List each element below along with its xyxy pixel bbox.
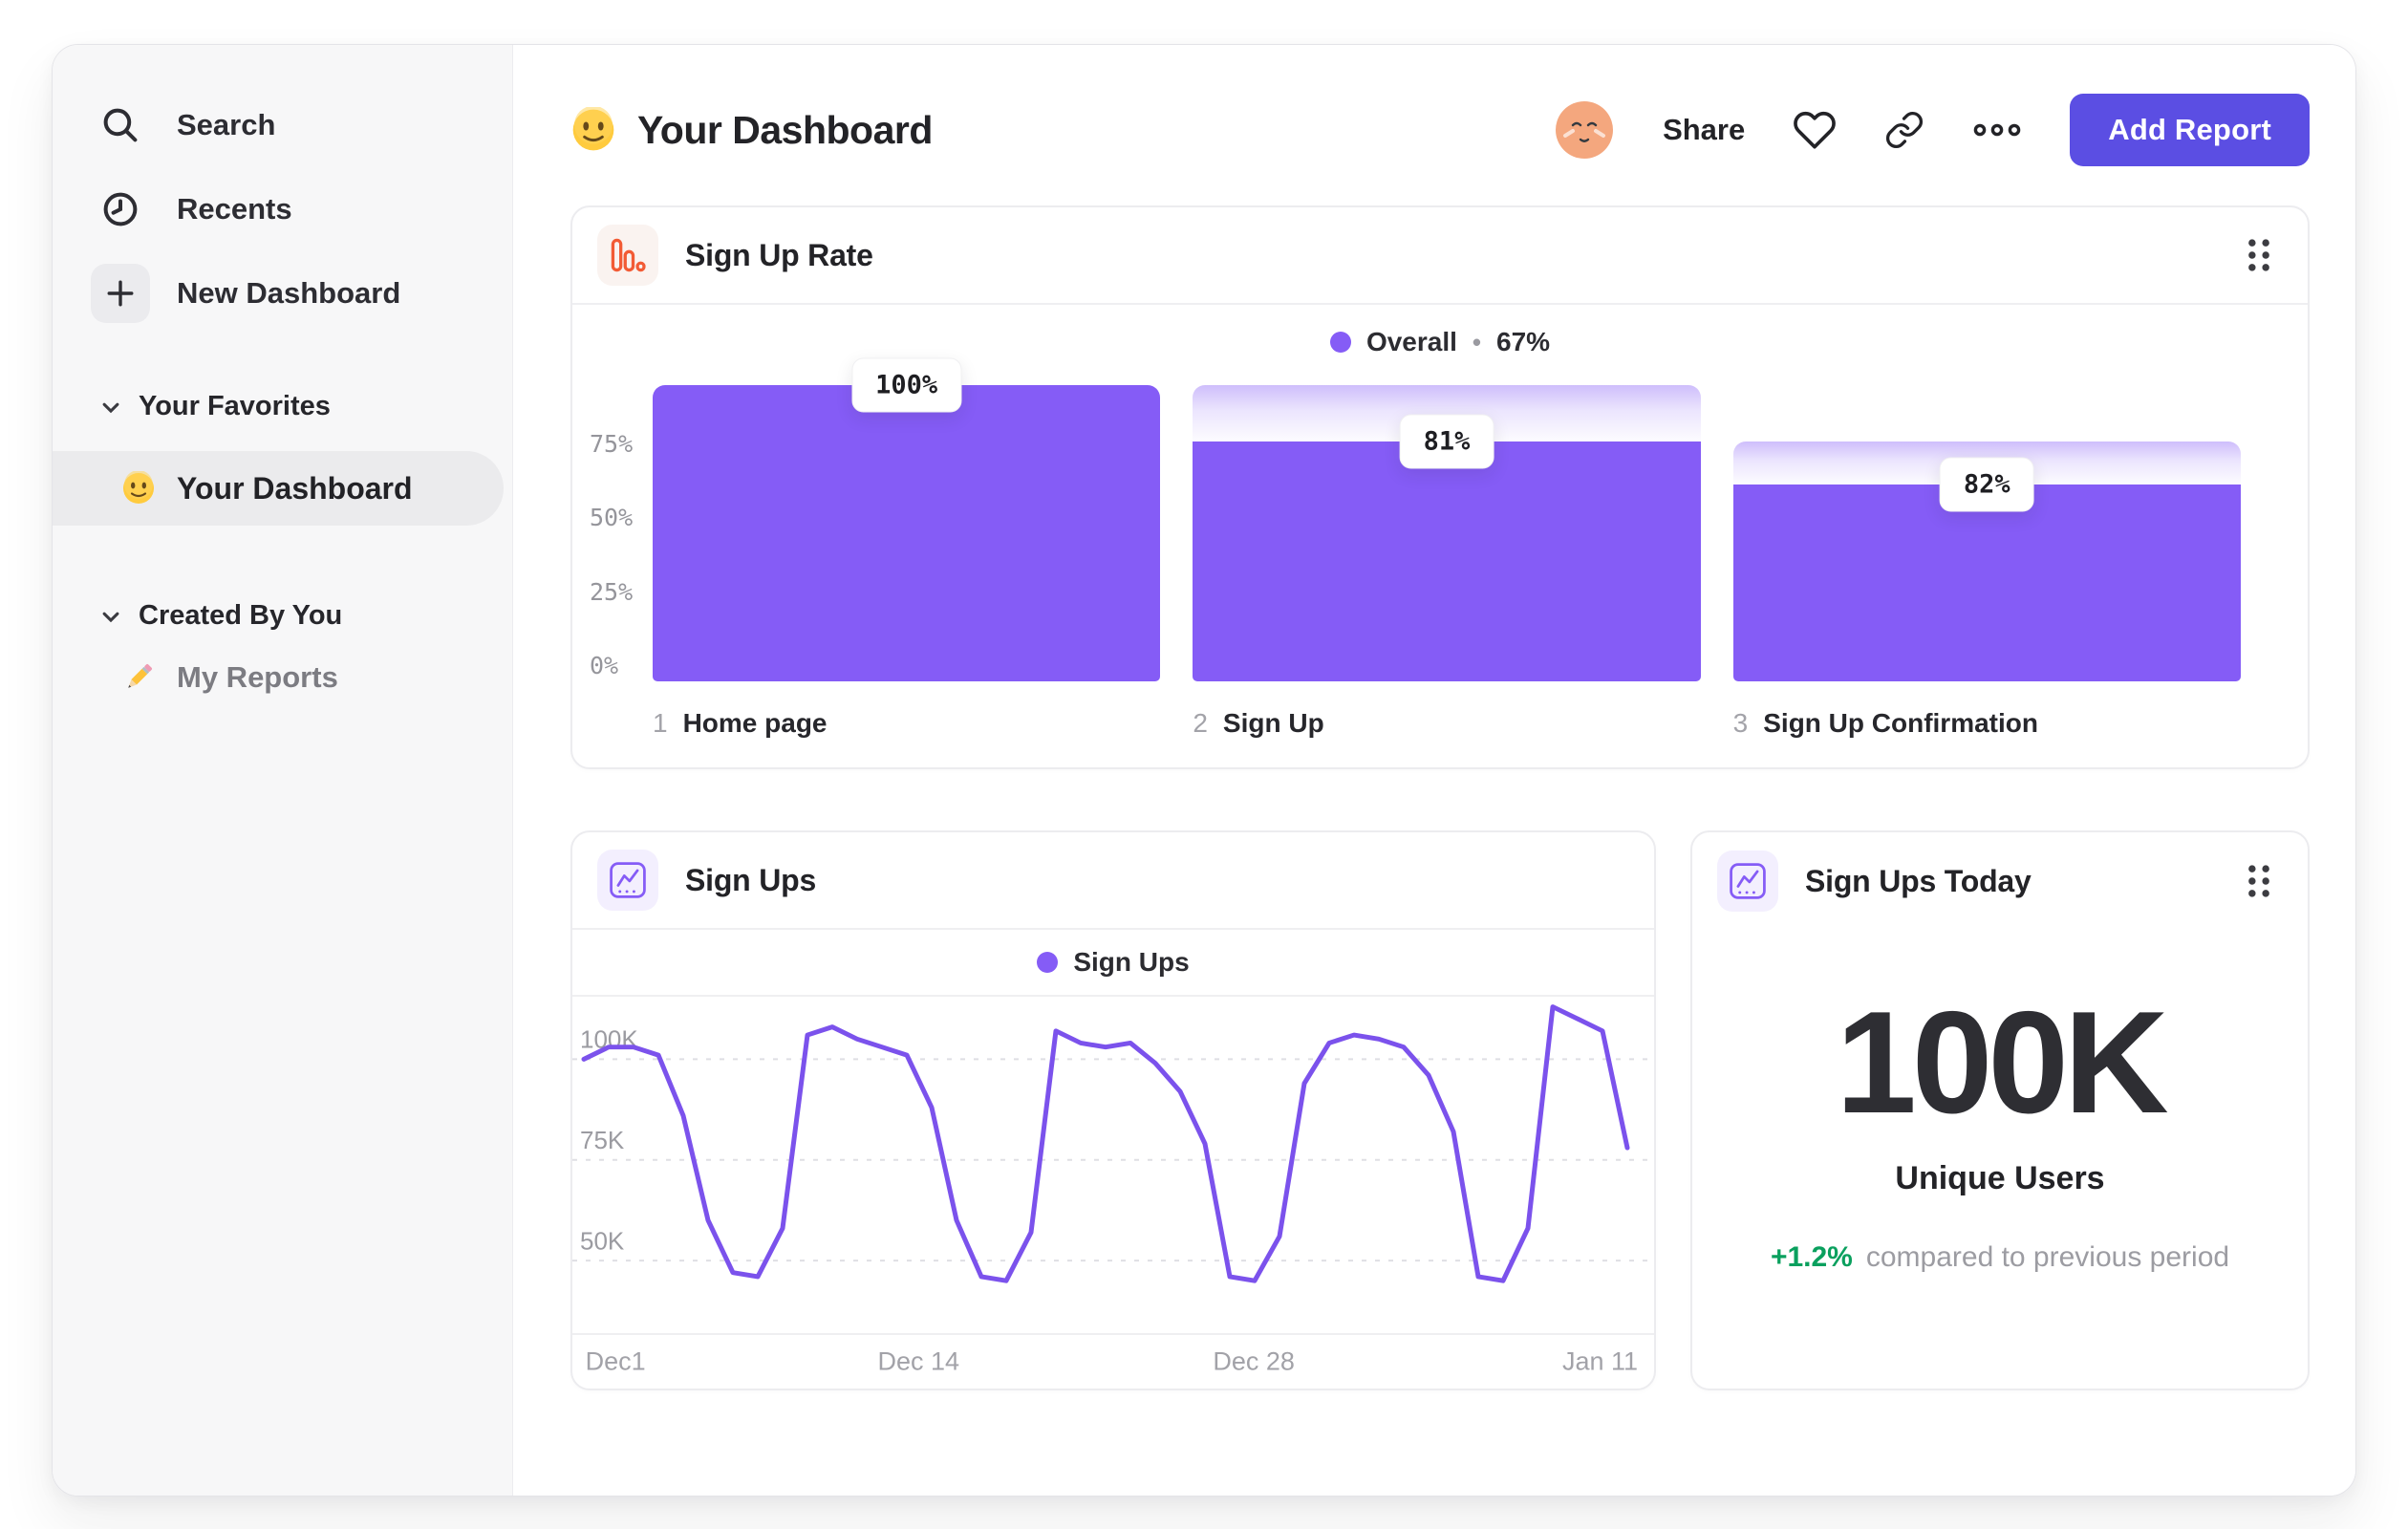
pencil-emoji — [121, 660, 156, 695]
legend-dot — [1037, 952, 1059, 973]
funnel-y-tick: 25% — [590, 577, 634, 606]
sidebar: Search Recents New Dashboard Your Favori — [53, 45, 513, 1496]
header-actions: Share Add Report — [1554, 94, 2310, 166]
sidebar-item-recents[interactable]: Recents — [53, 167, 512, 251]
funnel-step-labels: 1 Home page 2 Sign Up 3 Sign Up Confirmation — [653, 708, 2241, 739]
card-title: Sign Ups — [685, 862, 817, 897]
line-card-header: Sign Ups — [572, 832, 1654, 930]
line-chart-svg: 100K75K50K — [572, 1004, 1654, 1283]
smiley-emoji — [570, 107, 616, 153]
funnel-step-label: 1 Home page — [653, 708, 828, 738]
clock-icon — [91, 180, 150, 239]
conversion-badge: 81% — [1399, 414, 1494, 469]
line-x-tick: Dec1 — [585, 1346, 646, 1376]
legend-label: Overall — [1365, 327, 1457, 356]
plus-icon — [91, 264, 150, 323]
sidebar-section-label: Created By You — [139, 600, 343, 631]
share-button[interactable]: Share — [1663, 113, 1745, 147]
sidebar-item-my-reports[interactable]: My Reports — [53, 660, 512, 695]
smiley-emoji — [121, 471, 156, 506]
line-x-tick: Dec 28 — [1213, 1346, 1295, 1376]
card-title: Sign Up Rate — [685, 237, 873, 272]
signups-line-card: Sign Ups Sign Ups 100K 75K 50K Dec1 Dec 14 D… — [570, 830, 1656, 1390]
sidebar-item-search[interactable]: Search — [53, 83, 512, 167]
funnel-y-tick: 50% — [590, 504, 634, 531]
funnel-step-label: 3 Sign Up Confirmation — [1732, 708, 2038, 738]
line-y-tick: 75K — [580, 1128, 624, 1154]
funnel-bar-fill — [653, 385, 1161, 681]
line-plot: 100K 75K 50K — [572, 997, 1654, 1333]
conversion-badge: 82% — [1939, 457, 2034, 512]
sidebar-section-label: Your Favorites — [139, 391, 331, 421]
funnel-bar-sign-up-confirmation[interactable]: 82% — [1732, 385, 2241, 681]
drag-handle-icon[interactable] — [2245, 236, 2273, 274]
sidebar-item-new-dashboard[interactable]: New Dashboard — [53, 251, 512, 335]
drag-handle-icon[interactable] — [2245, 862, 2273, 900]
chevron-down-icon — [100, 606, 121, 627]
funnel-legend: Overall • 67% — [572, 305, 2308, 379]
bottom-row: Sign Ups Sign Ups 100K 75K 50K Dec1 Dec 14 D… — [570, 830, 2310, 1390]
sidebar-item-label: New Dashboard — [177, 276, 401, 310]
sidebar-section-created-by-you[interactable]: Created By You — [53, 600, 512, 632]
funnel-y-tick: 0% — [590, 652, 619, 679]
today-card-body: 100K Unique Users +1.2% compared to prev… — [1692, 897, 2308, 1356]
app-window: Search Recents New Dashboard Your Favori — [52, 44, 2356, 1497]
funnel-card-header: Sign Up Rate — [572, 207, 2308, 305]
signups-today-card: Sign Ups Today 100K Unique Users +1.2% c… — [1690, 830, 2310, 1390]
heart-icon[interactable] — [1793, 108, 1837, 152]
card-title: Sign Ups Today — [1805, 863, 2032, 898]
more-icon[interactable] — [1972, 118, 2022, 141]
line-x-tick: Jan 11 — [1561, 1346, 1639, 1376]
sidebar-item-your-dashboard[interactable]: Your Dashboard — [53, 451, 504, 526]
search-icon — [91, 96, 150, 155]
main-content: Your Dashboard Share Add Report Sign Up … — [513, 45, 2355, 1496]
funnel-bar-sign-up[interactable]: 81% — [1193, 385, 1701, 681]
funnel-bar-fill — [1732, 485, 2241, 681]
sidebar-item-label: Recents — [177, 192, 292, 226]
funnel-step-label: 2 Sign Up — [1193, 708, 1324, 738]
delta-caption: compared to previous period — [1865, 1241, 2230, 1273]
line-x-tick: Dec 14 — [877, 1346, 960, 1376]
metric-label: Unique Users — [1895, 1160, 2105, 1196]
link-icon[interactable] — [1884, 110, 1924, 150]
legend-label: Sign Ups — [1073, 947, 1190, 977]
legend-separator: • — [1472, 327, 1481, 356]
funnel-plot: 75% 50% 25% 0% 100% 81% 82% — [590, 357, 2241, 681]
page-header: Your Dashboard Share Add Report — [570, 87, 2310, 173]
line-y-tick: 50K — [580, 1228, 624, 1255]
sidebar-item-label: Search — [177, 108, 276, 141]
funnel-bar-home-page[interactable]: 100% — [653, 357, 1161, 681]
sidebar-item-label: Your Dashboard — [177, 470, 413, 506]
sidebar-section-your-favorites[interactable]: Your Favorites — [53, 391, 512, 422]
funnel-y-tick: 75% — [590, 429, 634, 458]
page-title: Your Dashboard — [637, 107, 933, 152]
avatar[interactable] — [1554, 99, 1615, 161]
conversion-badge: 100% — [851, 357, 962, 413]
line-legend: Sign Ups — [572, 930, 1654, 997]
signups-series-line — [581, 1004, 1630, 1283]
line-chart-icon — [597, 850, 658, 911]
sidebar-item-label: My Reports — [177, 660, 338, 694]
chevron-down-icon — [100, 397, 121, 418]
line-x-axis: Dec1 Dec 14 Dec 28 Jan 11 — [572, 1333, 1654, 1389]
delta-badge: +1.2% — [1770, 1241, 1853, 1273]
legend-dot — [1329, 332, 1351, 353]
funnel-bar-fill — [1193, 441, 1701, 681]
add-report-button[interactable]: Add Report — [2070, 94, 2310, 166]
funnel-chart-icon — [597, 225, 658, 286]
metric-value: 100K — [1836, 981, 2168, 1144]
legend-value: 67% — [1496, 327, 1551, 356]
funnel-card: Sign Up Rate Overall • 67% 75% 50% 25% 0% 10… — [570, 205, 2310, 769]
